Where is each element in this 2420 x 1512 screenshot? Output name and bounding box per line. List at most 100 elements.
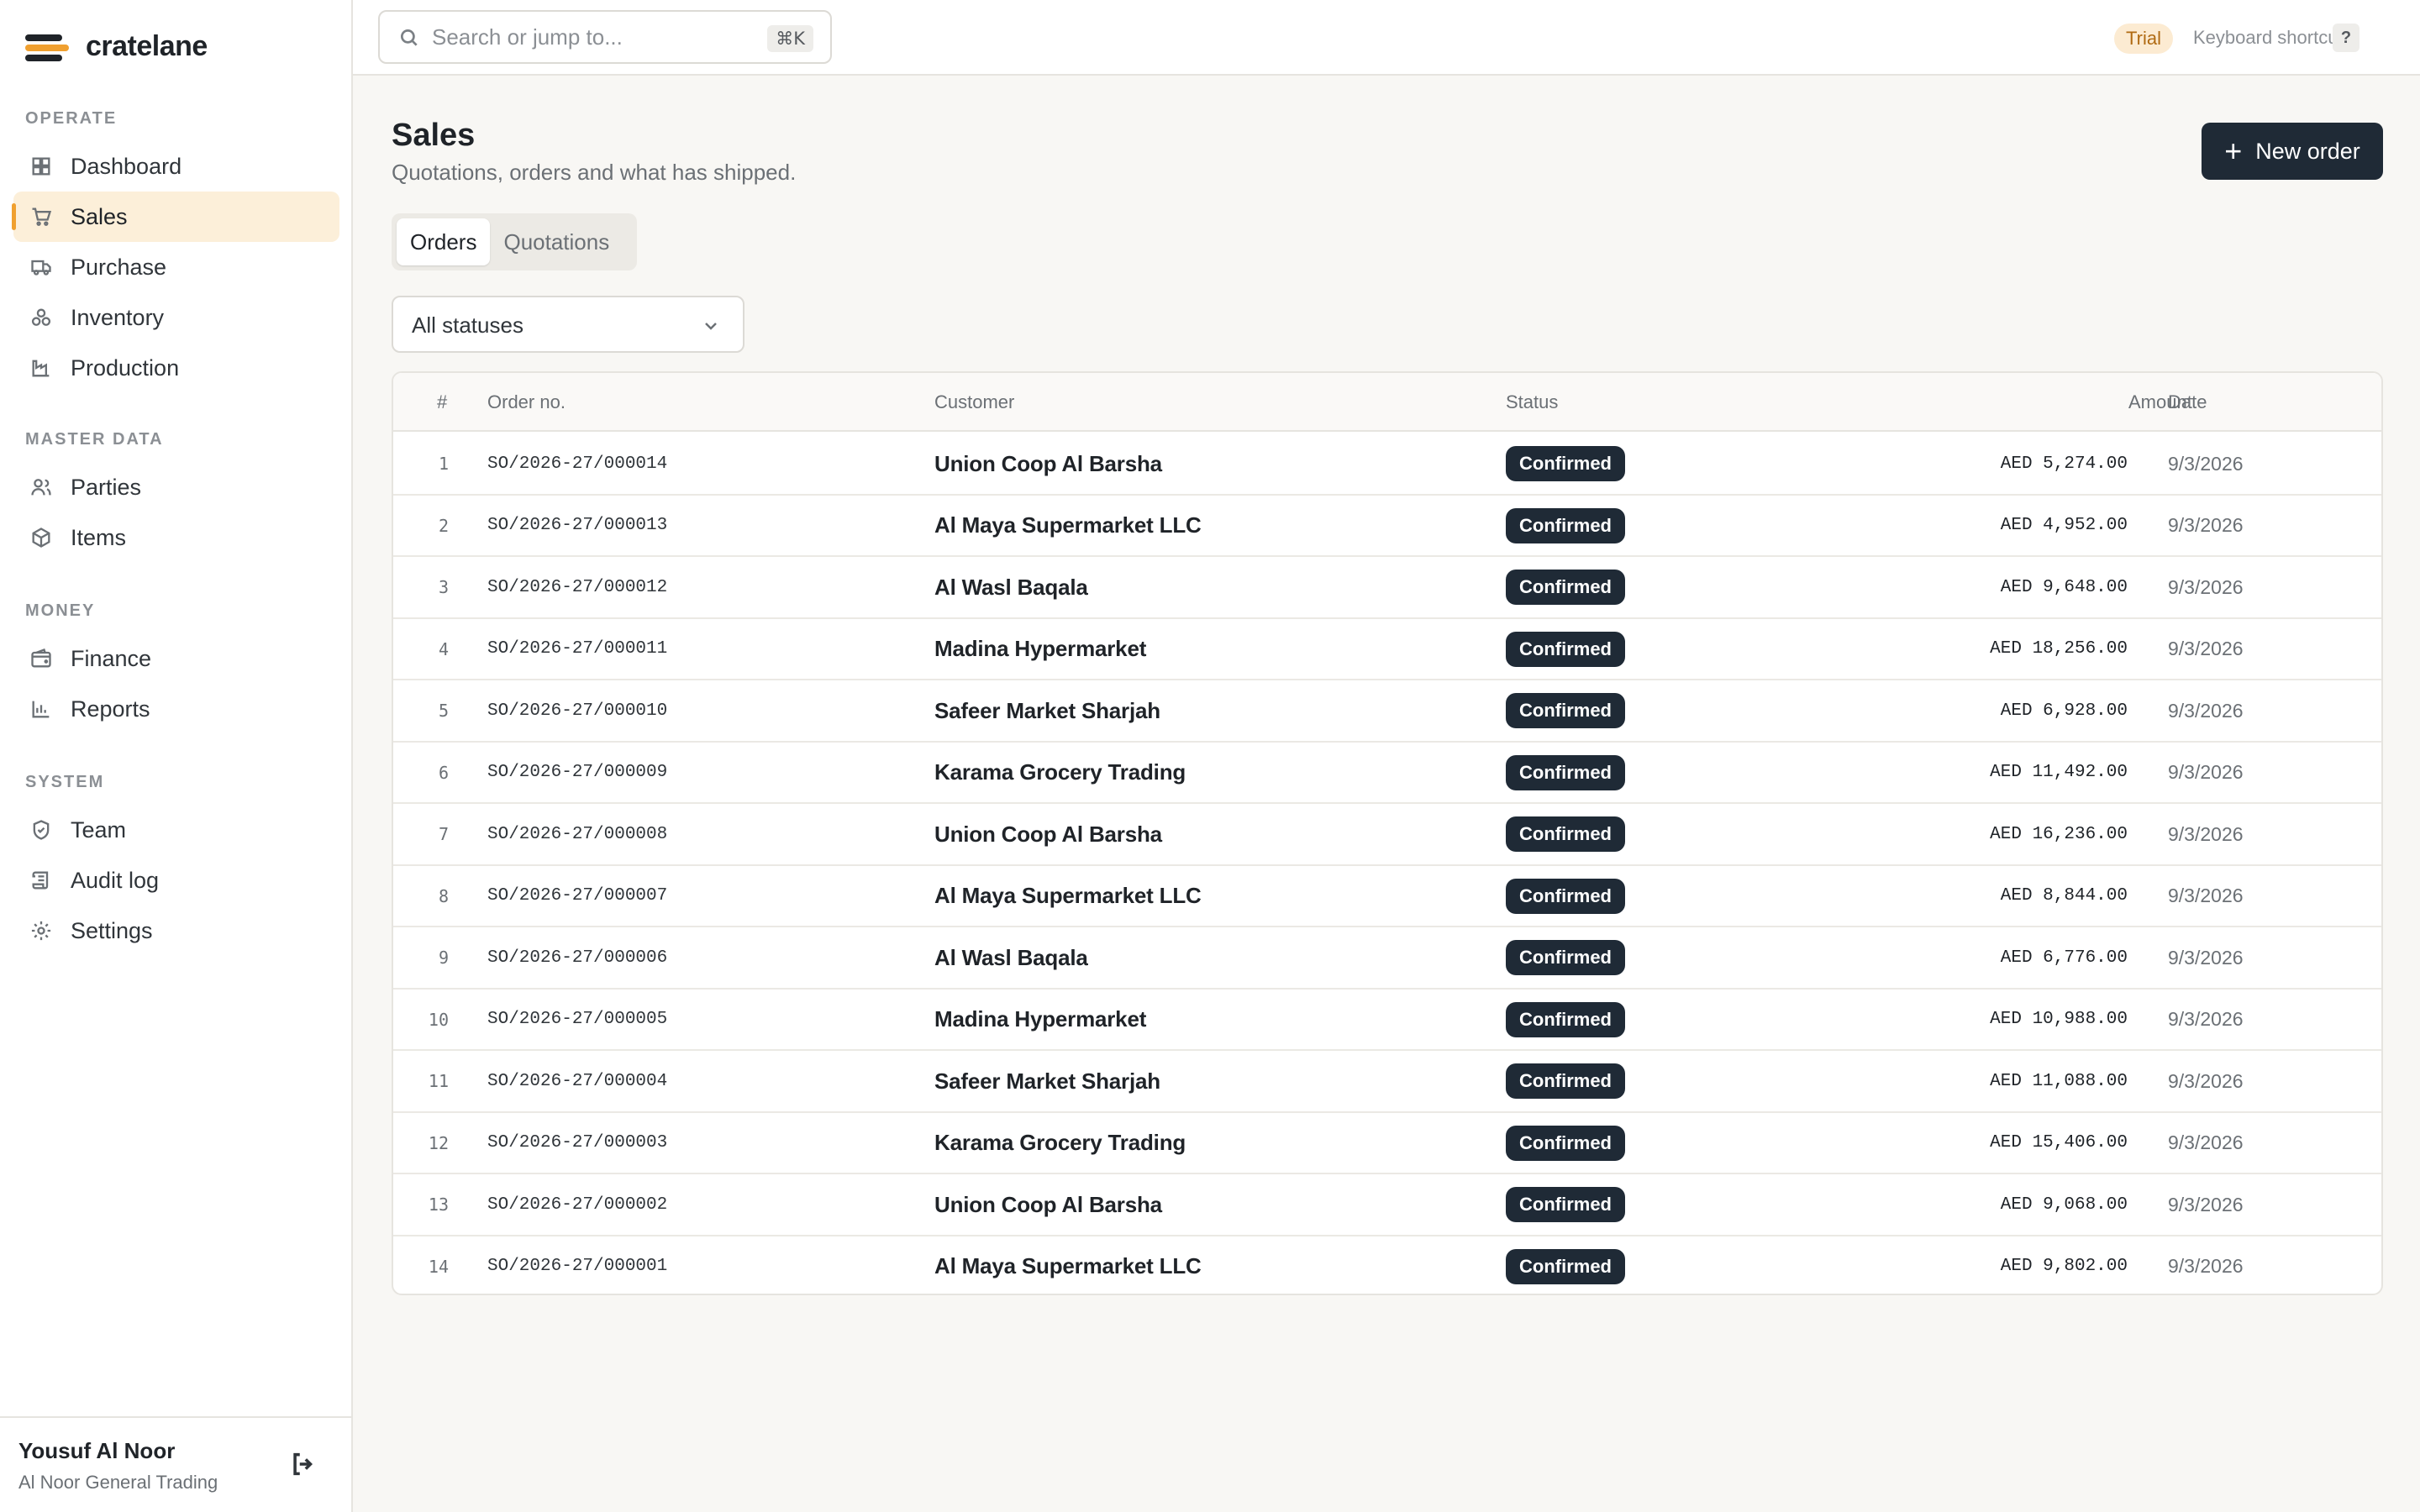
brand[interactable]: cratelane: [25, 30, 208, 63]
status-cell: Confirmed: [1506, 1236, 1625, 1294]
search-input[interactable]: [432, 20, 751, 54]
sidebar-item-parties[interactable]: Parties: [13, 462, 339, 512]
table-row[interactable]: 10 SO/2026-27/000005 Madina Hypermarket Con…: [393, 990, 2381, 1051]
order-number[interactable]: SO/2026-27/000011: [487, 619, 667, 680]
order-number[interactable]: SO/2026-27/000012: [487, 557, 667, 617]
package-icon: [29, 525, 54, 550]
customer-name[interactable]: Safeer Market Sharjah: [934, 680, 1160, 741]
grid-icon: [29, 154, 54, 179]
status-cell: Confirmed: [1506, 866, 1625, 927]
keyboard-shortcuts-link[interactable]: Keyboard shortcuts: [2193, 27, 2353, 49]
order-number[interactable]: SO/2026-27/000009: [487, 743, 667, 803]
cratelane-logo-icon: [25, 31, 69, 63]
customer-name[interactable]: Al Maya Supermarket LLC: [934, 1236, 1202, 1294]
customer-name[interactable]: Madina Hypermarket: [934, 990, 1146, 1050]
column-header-date[interactable]: Date: [2168, 391, 2207, 413]
sidebar-item-production[interactable]: Production: [13, 343, 339, 393]
status-cell: Confirmed: [1506, 1051, 1625, 1111]
customer-name[interactable]: Union Coop Al Barsha: [934, 433, 1162, 494]
amount: AED 6,776.00: [2000, 948, 2128, 968]
status-cell: Confirmed: [1506, 619, 1625, 680]
order-number[interactable]: SO/2026-27/000005: [487, 990, 667, 1050]
new-order-label: New order: [2255, 138, 2360, 164]
table-row[interactable]: 7 SO/2026-27/000008 Union Coop Al Barsha Co…: [393, 804, 2381, 866]
order-number[interactable]: SO/2026-27/000001: [487, 1236, 667, 1294]
customer-name[interactable]: Madina Hypermarket: [934, 619, 1146, 680]
customer-name[interactable]: Union Coop Al Barsha: [934, 1174, 1162, 1235]
search-icon: [398, 27, 420, 49]
table-row[interactable]: 2 SO/2026-27/000013 Al Maya Supermarket LL…: [393, 496, 2381, 557]
amount: AED 9,068.00: [2000, 1194, 2128, 1215]
column-header-status[interactable]: Status: [1506, 391, 1558, 413]
customer-name[interactable]: Karama Grocery Trading: [934, 1113, 1186, 1173]
amount: AED 8,844.00: [2000, 886, 2128, 906]
order-number[interactable]: SO/2026-27/000010: [487, 680, 667, 741]
amount: AED 4,952.00: [2000, 516, 2128, 535]
table-row[interactable]: 8 SO/2026-27/000007 Al Maya Supermarket LL…: [393, 866, 2381, 927]
order-number[interactable]: SO/2026-27/000014: [487, 433, 667, 494]
sidebar-item-reports[interactable]: Reports: [13, 684, 339, 734]
sidebar-item-settings[interactable]: Settings: [13, 906, 339, 956]
order-number[interactable]: SO/2026-27/000006: [487, 927, 667, 988]
row-index: 12: [428, 1132, 449, 1153]
status-cell: Confirmed: [1506, 680, 1625, 741]
amount: AED 5,274.00: [2000, 454, 2128, 474]
row-index: 8: [438, 885, 449, 906]
row-index: 11: [428, 1071, 449, 1091]
customer-name[interactable]: Al Maya Supermarket LLC: [934, 866, 1202, 927]
customer-name[interactable]: Al Maya Supermarket LLC: [934, 496, 1202, 556]
sidebar-item-purchase[interactable]: Purchase: [13, 242, 339, 292]
order-date: 9/3/2026: [2168, 1193, 2244, 1215]
table-row[interactable]: 4 SO/2026-27/000011 Madina Hypermarket Conf…: [393, 619, 2381, 680]
new-order-button[interactable]: + New order: [2202, 123, 2383, 180]
order-date: 9/3/2026: [2168, 514, 2244, 536]
status-badge: Confirmed: [1506, 940, 1625, 975]
column-header-order-no[interactable]: Order no.: [487, 391, 566, 413]
nav-section-heading: MASTER DATA: [25, 430, 164, 449]
order-number[interactable]: SO/2026-27/000007: [487, 866, 667, 927]
keyboard-shortcuts-button[interactable]: ?: [2333, 24, 2360, 52]
order-number[interactable]: SO/2026-27/000004: [487, 1051, 667, 1111]
customer-name[interactable]: Al Wasl Baqala: [934, 557, 1088, 617]
amount: AED 11,492.00: [1990, 763, 2128, 782]
amount: AED 11,088.00: [1990, 1071, 2128, 1091]
amount: AED 9,802.00: [2000, 1257, 2128, 1276]
tab-quotations[interactable]: Quotations: [490, 218, 623, 265]
table-row[interactable]: 14 SO/2026-27/000001 Al Maya Supermarket L…: [393, 1236, 2381, 1294]
sidebar-item-sales[interactable]: Sales: [12, 192, 339, 242]
sidebar-item-finance[interactable]: Finance: [13, 633, 339, 684]
sidebar-item-team[interactable]: Team: [13, 805, 339, 855]
user-box: Yousuf Al Noor Al Noor General Trading: [0, 1416, 351, 1512]
table-row[interactable]: 13 SO/2026-27/000002 Union Coop Al Barsha C…: [393, 1174, 2381, 1236]
table-row[interactable]: 9 SO/2026-27/000006 Al Wasl Baqala Confirme…: [393, 927, 2381, 990]
order-number[interactable]: SO/2026-27/000008: [487, 804, 667, 864]
table-row[interactable]: 12 SO/2026-27/000003 Karama Grocery Tradin…: [393, 1113, 2381, 1174]
table-row[interactable]: 1 SO/2026-27/000014 Union Coop Al Barsha Co…: [393, 433, 2381, 496]
sidebar-item-dashboard[interactable]: Dashboard: [13, 141, 339, 192]
sidebar-item-items[interactable]: Items: [13, 512, 339, 563]
order-number[interactable]: SO/2026-27/000002: [487, 1174, 667, 1235]
status-badge: Confirmed: [1506, 570, 1625, 605]
row-index: 6: [438, 762, 449, 783]
order-number[interactable]: SO/2026-27/000013: [487, 496, 667, 556]
sidebar-item-inventory[interactable]: Inventory: [13, 292, 339, 343]
table-row[interactable]: 3 SO/2026-27/000012 Al Wasl Baqala Confirme…: [393, 557, 2381, 619]
wallet-icon: [29, 646, 54, 671]
sidebar-item-audit-log[interactable]: Audit log: [13, 855, 339, 906]
order-number[interactable]: SO/2026-27/000003: [487, 1113, 667, 1173]
customer-name[interactable]: Union Coop Al Barsha: [934, 804, 1162, 864]
search-box[interactable]: ⌘K: [378, 10, 832, 64]
logout-icon[interactable]: [289, 1450, 318, 1478]
status-cell: Confirmed: [1506, 1113, 1625, 1173]
customer-name[interactable]: Safeer Market Sharjah: [934, 1051, 1160, 1111]
cart-icon: [29, 204, 54, 229]
table-row[interactable]: 11 SO/2026-27/000004 Safeer Market Sharjah…: [393, 1051, 2381, 1113]
table-row[interactable]: 5 SO/2026-27/000010 Safeer Market Sharjah C…: [393, 680, 2381, 743]
column-header-customer[interactable]: Customer: [934, 391, 1014, 413]
table-row[interactable]: 6 SO/2026-27/000009 Karama Grocery Trading…: [393, 743, 2381, 804]
customer-name[interactable]: Karama Grocery Trading: [934, 743, 1186, 803]
status-cell: Confirmed: [1506, 433, 1625, 494]
customer-name[interactable]: Al Wasl Baqala: [934, 927, 1088, 988]
tab-orders[interactable]: Orders: [397, 218, 491, 265]
status-filter-select[interactable]: All statuses: [392, 296, 744, 353]
